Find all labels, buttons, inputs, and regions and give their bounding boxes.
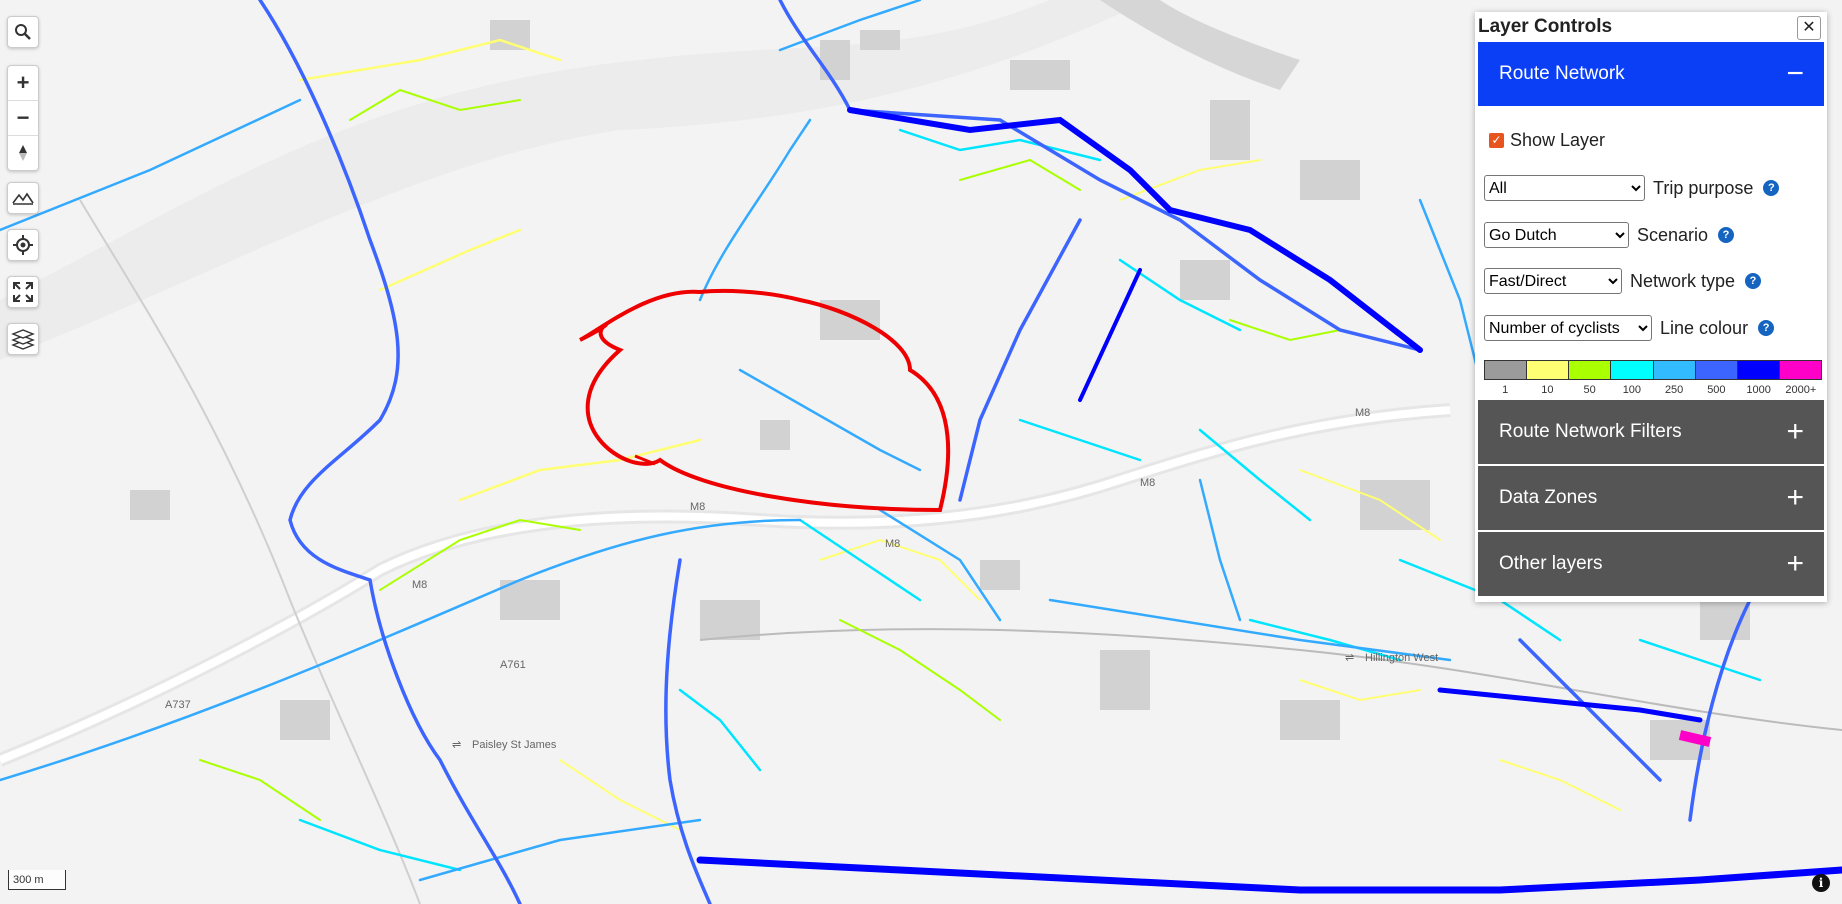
legend-label: 500	[1707, 384, 1726, 396]
route-network-label: Route Network	[1499, 63, 1625, 84]
legend-label: 10	[1541, 384, 1554, 396]
legend-swatch	[1569, 361, 1612, 379]
legend-label: 2000+	[1785, 384, 1817, 396]
geolocate-button[interactable]	[7, 229, 39, 261]
map-label-m8-center: M8	[1140, 477, 1155, 489]
show-layer-row: ✓ Show Layer	[1489, 130, 1605, 151]
network-type-help-icon[interactable]: ?	[1745, 273, 1762, 289]
fullscreen-button[interactable]	[7, 276, 39, 308]
trip-purpose-row: All Trip purpose ?	[1484, 175, 1780, 201]
scenario-select[interactable]: Go Dutch	[1484, 222, 1629, 248]
compass-button[interactable]	[8, 136, 38, 170]
info-icon[interactable]: i	[1812, 874, 1830, 892]
data-zones-header[interactable]: Data Zones +	[1478, 466, 1824, 530]
show-layer-label: Show Layer	[1510, 130, 1606, 150]
data-zones-label: Data Zones	[1499, 487, 1598, 508]
network-type-select[interactable]: Fast/Direct	[1484, 268, 1622, 294]
legend-label: 1000	[1746, 384, 1771, 396]
trip-purpose-label: Trip purpose	[1653, 177, 1754, 198]
collapse-icon: −	[1786, 57, 1804, 90]
rail-icon-paisley: ⇌	[452, 739, 461, 751]
scenario-label: Scenario	[1637, 224, 1709, 245]
map-label-m8-junction: M8	[690, 501, 705, 513]
close-button[interactable]: ✕	[1797, 16, 1821, 40]
terrain-icon	[12, 192, 34, 205]
geolocate-icon	[13, 235, 33, 255]
fullscreen-icon	[13, 282, 33, 302]
map-label-m8-south: M8	[885, 538, 900, 550]
network-type-row: Fast/Direct Network type ?	[1484, 268, 1762, 294]
compass-icon	[19, 145, 27, 161]
route-network-filters-header[interactable]: Route Network Filters +	[1478, 400, 1824, 464]
scenario-help-icon[interactable]: ?	[1718, 227, 1735, 243]
map-label-m8-west: M8	[412, 579, 427, 591]
line-colour-help-icon[interactable]: ?	[1758, 320, 1775, 336]
legend-label: 250	[1664, 384, 1684, 396]
line-colour-row: Number of cyclists Line colour ?	[1484, 315, 1775, 341]
legend-swatch	[1653, 361, 1696, 379]
route-network-filters-label: Route Network Filters	[1499, 421, 1682, 442]
layers-icon	[11, 329, 35, 350]
scale-bar: 300 m	[8, 870, 66, 890]
zoom-in-button[interactable]: +	[8, 66, 38, 101]
legend-swatch	[1737, 361, 1780, 379]
line-colour-select[interactable]: Number of cyclists	[1484, 315, 1652, 341]
layer-controls-panel: Layer Controls ✕ Route Network − ✓ Show …	[1475, 12, 1827, 602]
legend-label: 50	[1583, 384, 1596, 396]
legend-swatch	[1527, 361, 1570, 379]
colour-legend	[1484, 360, 1822, 380]
expand-icon: +	[1786, 415, 1804, 448]
legend-swatch	[1485, 361, 1528, 379]
line-colour-label: Line colour	[1660, 317, 1749, 338]
map-label-a761: A761	[500, 659, 526, 671]
layers-button[interactable]	[7, 323, 39, 355]
rail-icon-hillington: ⇌	[1345, 652, 1354, 664]
expand-icon: +	[1786, 481, 1804, 514]
show-layer-checkbox[interactable]: ✓	[1489, 133, 1504, 148]
scenario-row: Go Dutch Scenario ?	[1484, 222, 1735, 248]
trip-purpose-help-icon[interactable]: ?	[1763, 180, 1780, 196]
search-icon	[15, 24, 31, 40]
route-network-header[interactable]: Route Network −	[1478, 42, 1824, 106]
terrain-button[interactable]	[7, 182, 39, 214]
map-label-paisley-st-james: Paisley St James	[472, 739, 557, 751]
legend-labels: 1 10 50 100 250 500 1000 2000+	[1484, 384, 1822, 396]
zoom-control: + −	[7, 65, 39, 171]
legend-swatch	[1695, 361, 1738, 379]
map-label-a737: A737	[165, 699, 191, 711]
network-type-label: Network type	[1630, 270, 1736, 291]
trip-purpose-select[interactable]: All	[1484, 175, 1645, 201]
expand-icon: +	[1786, 547, 1804, 580]
search-button[interactable]	[7, 16, 39, 48]
map-label-hillington-west: Hillington West	[1365, 652, 1438, 664]
other-layers-header[interactable]: Other layers +	[1478, 532, 1824, 596]
legend-label: 1	[1502, 384, 1509, 396]
legend-swatch	[1779, 361, 1821, 379]
panel-title: Layer Controls	[1478, 16, 1613, 37]
other-layers-label: Other layers	[1499, 553, 1603, 574]
map-label-m8-north: M8	[1355, 407, 1370, 419]
legend-label: 100	[1622, 384, 1642, 396]
zoom-out-button[interactable]: −	[8, 101, 38, 136]
legend-swatch	[1611, 361, 1654, 379]
